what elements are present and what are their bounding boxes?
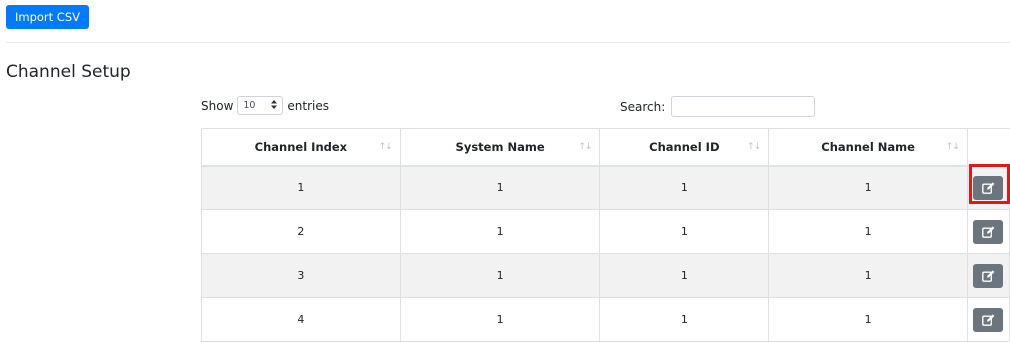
- chevron-updown-icon: [271, 99, 278, 112]
- sort-icon: ↑↓: [378, 141, 393, 152]
- search-control: Search:: [620, 96, 816, 117]
- column-header-label: Channel ID: [649, 139, 720, 154]
- show-label: Show: [201, 98, 234, 113]
- table-row: 3 1 1 1: [201, 253, 1010, 298]
- cell-system-name: 1: [399, 253, 601, 298]
- cell-channel-index: 1: [201, 165, 401, 210]
- search-label: Search:: [620, 99, 666, 114]
- sort-icon: ↑↓: [747, 141, 761, 152]
- table-header-row: Channel Index ↑↓ System Name ↑↓ Channel …: [201, 128, 1010, 167]
- cell-actions: [966, 297, 1010, 342]
- edit-button[interactable]: [973, 263, 1004, 288]
- cell-channel-name: 1: [768, 209, 968, 254]
- cell-channel-index: 4: [201, 297, 401, 342]
- highlight-box: [969, 164, 1010, 204]
- column-header-label: Channel Name: [821, 139, 915, 154]
- column-header-actions: [966, 128, 1010, 167]
- cell-channel-name: 1: [768, 253, 968, 298]
- cell-channel-index: 3: [201, 253, 401, 298]
- cell-system-name: 1: [399, 209, 601, 254]
- column-header-system-name[interactable]: System Name ↑↓: [399, 128, 601, 167]
- entries-select-value: 10: [243, 100, 256, 111]
- table-row: 2 1 1 1: [201, 209, 1010, 254]
- column-header-channel-id[interactable]: Channel ID ↑↓: [599, 128, 770, 167]
- table-row: 1 1 1 1: [201, 165, 1010, 210]
- cell-channel-name: 1: [768, 165, 968, 210]
- cell-channel-name: 1: [768, 297, 968, 342]
- cell-channel-id: 1: [599, 165, 770, 210]
- length-control: Show 10 entries: [201, 96, 329, 115]
- page-title: Channel Setup: [6, 62, 131, 82]
- edit-icon: [982, 313, 995, 326]
- table-row: 4 1 1 1: [201, 297, 1010, 342]
- edit-icon: [982, 269, 995, 282]
- cell-actions: [966, 253, 1010, 298]
- entries-label: entries: [287, 98, 329, 113]
- sort-icon: ↑↓: [945, 141, 960, 152]
- sort-icon: ↑↓: [578, 141, 592, 152]
- column-header-channel-index[interactable]: Channel Index ↑↓: [201, 128, 401, 167]
- search-input[interactable]: [671, 96, 816, 117]
- column-header-channel-name[interactable]: Channel Name ↑↓: [768, 128, 968, 167]
- import-csv-button[interactable]: Import CSV: [6, 5, 89, 29]
- cell-system-name: 1: [399, 165, 601, 210]
- cell-system-name: 1: [399, 297, 601, 342]
- channel-table: Channel Index ↑↓ System Name ↑↓ Channel …: [201, 128, 1010, 342]
- cell-channel-id: 1: [599, 209, 770, 254]
- entries-select[interactable]: 10: [237, 96, 284, 115]
- cell-channel-index: 2: [201, 209, 401, 254]
- cell-channel-id: 1: [599, 253, 770, 298]
- column-header-label: Channel Index: [254, 139, 348, 154]
- edit-button[interactable]: [973, 307, 1004, 332]
- column-header-label: System Name: [455, 139, 545, 154]
- divider: [6, 42, 1010, 43]
- cell-channel-id: 1: [599, 297, 770, 342]
- edit-button[interactable]: [973, 219, 1004, 244]
- cell-actions: [966, 209, 1010, 254]
- edit-icon: [982, 225, 995, 238]
